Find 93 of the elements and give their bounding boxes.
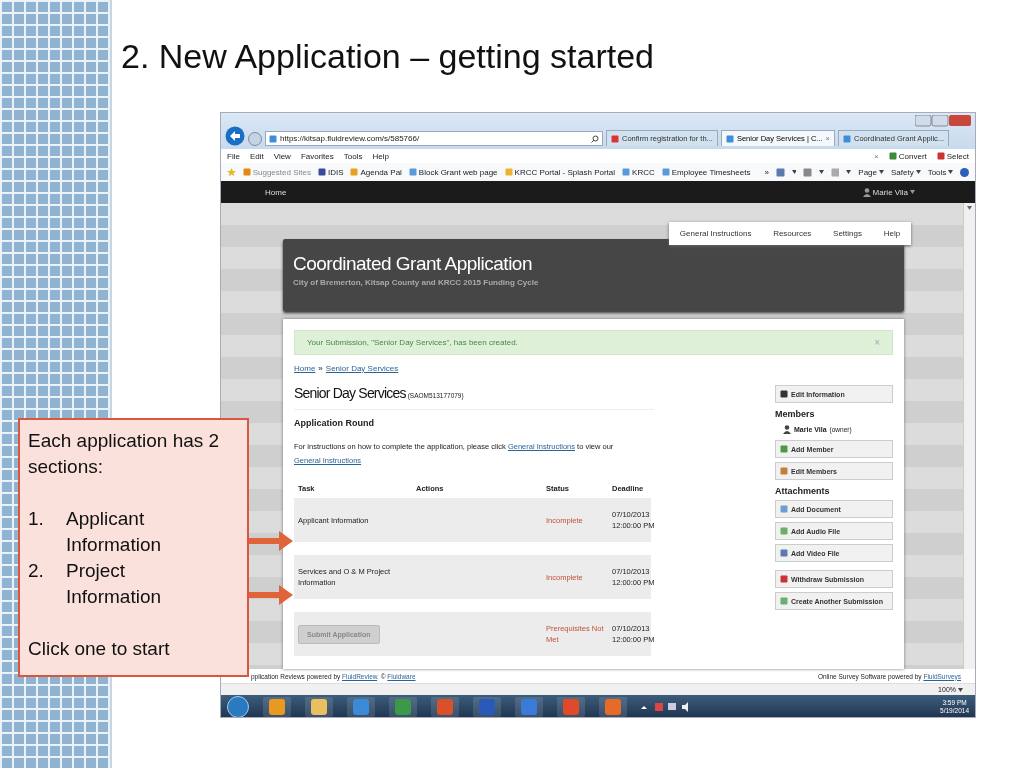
- page-icon: [317, 168, 326, 176]
- favorite-link[interactable]: Employee Timesheets: [661, 167, 751, 177]
- callout-text: Applicant Information: [66, 507, 163, 557]
- favorite-link[interactable]: KRCC: [622, 167, 655, 177]
- button-icon: [780, 445, 788, 453]
- forward-icon[interactable]: [248, 132, 262, 146]
- button-icon: [780, 390, 788, 398]
- taskbar-app-icon[interactable]: [389, 697, 417, 717]
- sidebar-heading: Members: [775, 409, 816, 419]
- page-icon: [408, 168, 417, 176]
- button-icon: [780, 597, 788, 605]
- menu-item[interactable]: Help: [372, 151, 389, 161]
- taskbar-app-icon[interactable]: [263, 697, 291, 717]
- caret-icon: [846, 170, 852, 174]
- menu-item[interactable]: Tools: [343, 151, 363, 161]
- page-icon: [622, 168, 631, 176]
- page-icon: [611, 134, 619, 143]
- favorite-link[interactable]: KRCC Portal - Splash Portal: [504, 167, 616, 177]
- page-icon: [843, 134, 851, 143]
- toolbar-icon: [936, 152, 945, 160]
- callout-text: Project Information: [66, 559, 163, 609]
- breadcrumb-separator: »: [318, 364, 323, 373]
- taskbar-app-icon[interactable]: [305, 697, 333, 717]
- top-link[interactable]: General Instructions: [679, 229, 752, 238]
- caret-icon: [791, 170, 797, 174]
- header-subtitle: City of Bremerton, Kitsap County and KRCC 2015 Funding Cycle: [293, 278, 540, 287]
- address-field[interactable]: https://kitsap.fluidreview.com/s/585766/: [265, 131, 603, 146]
- page-icon: [725, 134, 734, 143]
- menu-item[interactable]: View: [273, 151, 291, 161]
- back-icon[interactable]: [225, 126, 245, 146]
- toolbar-icon: [888, 152, 897, 160]
- page-icon: [350, 168, 359, 176]
- taskbar-app-icon[interactable]: [599, 697, 627, 717]
- caret-icon: [910, 190, 915, 194]
- caret-icon: [915, 170, 921, 174]
- caret-icon: [958, 687, 963, 692]
- start-icon[interactable]: [227, 696, 249, 717]
- favorite-link[interactable]: Suggested Sites: [242, 167, 311, 177]
- submission-title: Senior Day Services: [294, 385, 406, 401]
- toolbar-button[interactable]: Convert: [888, 151, 927, 161]
- top-link[interactable]: Settings: [833, 229, 862, 238]
- caret-icon: [948, 170, 954, 174]
- button-icon: [780, 527, 788, 535]
- overflow-button[interactable]: »: [764, 167, 769, 177]
- home-link[interactable]: Home: [265, 187, 287, 197]
- breadcrumb-link[interactable]: Home: [294, 364, 316, 373]
- list-number: 2.: [28, 559, 45, 583]
- star-icon[interactable]: [227, 167, 236, 177]
- caret-icon: [967, 206, 972, 210]
- alert-text: Your Submission, "Senior Day Services", has been created.: [307, 338, 518, 347]
- callout-text: Each application has 2 sections:: [28, 429, 221, 479]
- caret-icon: [819, 170, 824, 174]
- button-icon: [780, 575, 788, 583]
- button-icon: [780, 549, 788, 557]
- taskbar-app-icon[interactable]: [431, 697, 459, 717]
- sidebar-heading: Attachments: [775, 486, 831, 496]
- page-icon: [269, 134, 277, 143]
- pointer-arrow: [248, 529, 294, 553]
- page-icon: [504, 168, 513, 176]
- taskbar-app-icon[interactable]: [515, 697, 543, 717]
- taskbar-app-icon[interactable]: [557, 697, 585, 717]
- menu-item[interactable]: Favorites: [300, 151, 334, 161]
- person-icon: [783, 425, 791, 434]
- page-icon: [661, 168, 670, 176]
- list-number: 1.: [28, 507, 45, 531]
- top-link[interactable]: Resources: [773, 229, 812, 238]
- menu-item[interactable]: File: [227, 151, 240, 161]
- command-button[interactable]: Tools: [927, 167, 954, 177]
- search-icon: [591, 134, 599, 143]
- person-icon: [862, 187, 871, 197]
- favorite-link[interactable]: Block Grant web page: [408, 167, 498, 177]
- pointer-arrow: [248, 583, 294, 607]
- top-link[interactable]: Help: [883, 229, 901, 238]
- close-button[interactable]: ×: [874, 151, 879, 161]
- menu-item[interactable]: Edit: [249, 151, 264, 161]
- section-heading: Application Round: [294, 418, 375, 428]
- command-button[interactable]: Safety: [891, 167, 921, 177]
- caret-icon: [879, 170, 884, 174]
- tray-icons[interactable]: [641, 702, 691, 712]
- page-icon: [242, 168, 251, 176]
- command-button[interactable]: Page: [858, 167, 884, 177]
- breadcrumb-link[interactable]: Senior Day Services: [325, 364, 399, 373]
- button-icon: [780, 467, 788, 475]
- button-icon: [780, 505, 788, 513]
- favorite-link[interactable]: IDIS: [317, 167, 344, 177]
- slide-title: 2. New Application – getting started: [121, 36, 655, 77]
- callout-text: Click one to start: [28, 637, 171, 661]
- header-title: Coordinated Grant Application: [293, 253, 533, 275]
- taskbar-app-icon[interactable]: [347, 697, 375, 717]
- toolbar-button[interactable]: Select: [936, 151, 969, 161]
- window-controls-icon[interactable]: [915, 115, 971, 127]
- favorite-link[interactable]: Agenda Pal: [350, 167, 402, 177]
- user-menu[interactable]: Marie Vila: [862, 187, 915, 197]
